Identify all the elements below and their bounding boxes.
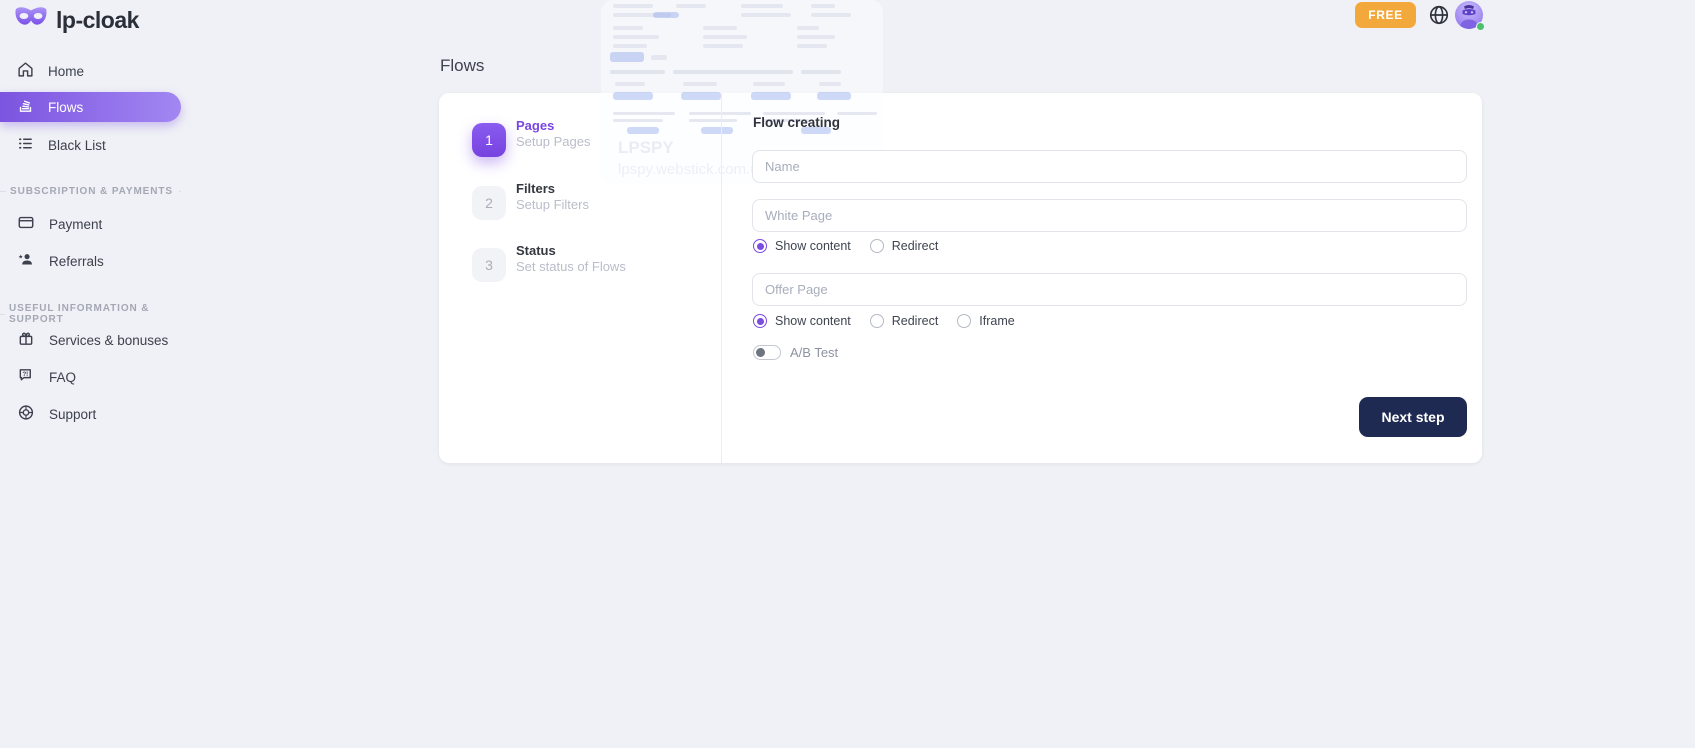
radio-selected-icon [753, 239, 767, 253]
mask-logo-icon [14, 5, 48, 35]
step-2-title: Filters [516, 181, 555, 196]
sidebar-item-label: Referrals [49, 254, 104, 269]
gift-icon [17, 330, 35, 350]
step-2-subtitle: Setup Filters [516, 197, 589, 212]
sidebar-item-label: Services & bonuses [49, 333, 168, 348]
plan-badge[interactable]: FREE [1355, 2, 1416, 28]
radio-unselected-icon [870, 239, 884, 253]
page-title: Flows [440, 56, 484, 76]
step-1-title: Pages [516, 118, 554, 133]
sidebar-item-label: Home [48, 64, 84, 79]
white-page-radio-group: Show content Redirect [753, 239, 938, 253]
next-step-button[interactable]: Next step [1359, 397, 1467, 437]
name-input[interactable] [752, 150, 1467, 183]
ab-test-toggle[interactable] [753, 345, 781, 360]
step-1-badge[interactable]: 1 [472, 123, 506, 157]
white-page-radio-redirect[interactable]: Redirect [870, 239, 939, 253]
ab-test-label: A/B Test [790, 345, 838, 360]
offer-page-radio-group: Show content Redirect Iframe [753, 314, 1015, 328]
step-1-subtitle: Setup Pages [516, 134, 590, 149]
sidebar-item-flows[interactable]: Flows [0, 92, 181, 122]
step-2-badge[interactable]: 2 [472, 186, 506, 220]
sidebar-section-support: USEFUL INFORMATION & SUPPORT [0, 303, 181, 325]
list-icon [17, 135, 34, 155]
referral-user-icon [17, 251, 35, 271]
white-page-input[interactable] [752, 199, 1467, 232]
sidebar-item-black-list[interactable]: Black List [0, 130, 200, 160]
radio-selected-icon [753, 314, 767, 328]
radio-unselected-icon [870, 314, 884, 328]
sidebar-item-label: Flows [48, 100, 83, 115]
user-avatar[interactable] [1455, 1, 1483, 29]
sidebar-item-label: Support [49, 407, 96, 422]
offer-page-radio-redirect[interactable]: Redirect [870, 314, 939, 328]
form-title: Flow creating [753, 115, 840, 130]
sidebar-item-referrals[interactable]: Referrals [0, 246, 200, 276]
svg-text:?!: ?! [22, 372, 28, 378]
white-page-radio-show-content[interactable]: Show content [753, 239, 851, 253]
credit-card-icon [17, 214, 35, 234]
offer-page-radio-iframe[interactable]: Iframe [957, 314, 1014, 328]
brand-name: lp-cloak [56, 7, 139, 34]
sidebar-item-faq[interactable]: ?! FAQ [0, 362, 200, 392]
faq-bubble-icon: ?! [17, 367, 35, 387]
sidebar-item-label: Black List [48, 138, 106, 153]
sidebar-item-services-bonuses[interactable]: Services & bonuses [0, 325, 200, 355]
radio-unselected-icon [957, 314, 971, 328]
step-3-badge[interactable]: 3 [472, 248, 506, 282]
flows-stack-icon [17, 97, 34, 117]
flow-creating-form: Flow creating Show content Redirect Show… [721, 93, 1482, 463]
lifebuoy-icon [17, 404, 35, 424]
home-icon [17, 61, 34, 81]
sidebar-section-subscription: SUBSCRIPTION & PAYMENTS [0, 186, 181, 197]
ab-test-toggle-row: A/B Test [753, 345, 838, 360]
brand-logo[interactable]: lp-cloak [14, 5, 139, 35]
flow-stepper: 1 Pages Setup Pages 2 Filters Setup Filt… [439, 93, 721, 463]
offer-page-radio-show-content[interactable]: Show content [753, 314, 851, 328]
offer-page-input[interactable] [752, 273, 1467, 306]
sidebar-item-home[interactable]: Home [0, 56, 200, 86]
step-3-title: Status [516, 243, 556, 258]
sidebar-item-label: Payment [49, 217, 102, 232]
online-status-dot [1476, 22, 1485, 31]
language-globe-icon[interactable] [1428, 4, 1450, 26]
step-3-subtitle: Set status of Flows [516, 259, 626, 274]
sidebar-item-support[interactable]: Support [0, 399, 200, 429]
sidebar-item-label: FAQ [49, 370, 76, 385]
sidebar-item-payment[interactable]: Payment [0, 209, 200, 239]
toggle-knob [756, 348, 765, 357]
